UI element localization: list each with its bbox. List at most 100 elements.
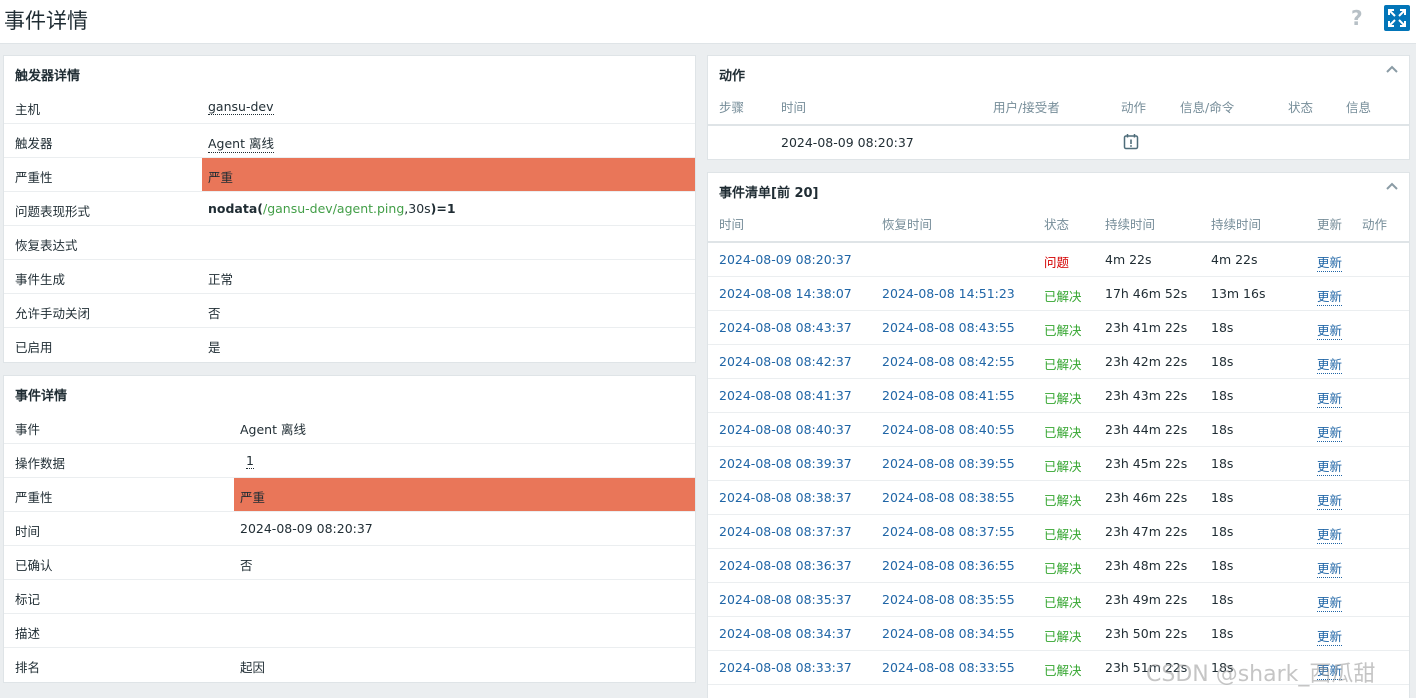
update-link[interactable]: 更新 <box>1317 558 1343 578</box>
recovery-time-link[interactable]: 2024-08-08 08:43:55 <box>882 320 1015 335</box>
event-time-link[interactable]: 2024-08-08 08:38:37 <box>719 490 852 505</box>
help-icon[interactable]: ? <box>1351 6 1363 30</box>
event-time-link[interactable]: 2024-08-08 08:40:37 <box>719 422 852 437</box>
fullscreen-button[interactable] <box>1384 5 1410 31</box>
recovery-time-link[interactable]: 2024-08-08 14:51:23 <box>882 286 1015 301</box>
duration-text: 18s <box>1211 524 1234 539</box>
event-row-opdata: 操作数据 1 <box>4 444 695 478</box>
trigger-details-title: 触发器详情 <box>15 69 81 84</box>
trigger-link[interactable]: Agent 离线 <box>208 133 274 153</box>
recovery-time-link[interactable]: 2024-08-08 08:39:55 <box>882 456 1015 471</box>
event-time-link[interactable]: 2024-08-08 08:43:37 <box>719 320 852 335</box>
duration-text: 23h 48m 22s <box>1105 558 1188 573</box>
recovery-time-link[interactable]: 2024-08-08 08:37:55 <box>882 524 1015 539</box>
recovery-time-link[interactable]: 2024-08-08 08:41:55 <box>882 388 1015 403</box>
host-link[interactable]: gansu-dev <box>208 99 274 115</box>
event-row-rank: 排名 起因 <box>15 660 266 675</box>
duration-text: 23h 49m 22s <box>1105 592 1188 607</box>
duration-text: 18s <box>1211 422 1234 437</box>
duration-text: 23h 44m 22s <box>1105 422 1188 437</box>
event-time-link[interactable]: 2024-08-08 08:36:37 <box>719 558 852 573</box>
status-text: 已解决 <box>1044 391 1082 406</box>
table-row: 2024-08-08 08:42:37 2024-08-08 08:42:55 已解… <box>708 345 1409 379</box>
trigger-row-event-gen: 事件生成 正常 <box>4 260 695 294</box>
duration-text: 23h 41m 22s <box>1105 320 1188 335</box>
event-row-acknowledged: 已确认 否 <box>4 546 695 580</box>
duration-text: 18s <box>1211 592 1234 607</box>
duration-text: 18s <box>1211 388 1234 403</box>
recovery-time-link[interactable]: 2024-08-08 08:38:55 <box>882 490 1015 505</box>
recovery-time-link[interactable]: 2024-08-08 08:34:55 <box>882 626 1015 641</box>
trigger-row-recovery: 恢复表达式 <box>4 226 695 260</box>
trigger-row-severity: 严重性 严重 <box>4 158 695 192</box>
event-time-link[interactable]: 2024-08-08 08:42:37 <box>719 354 852 369</box>
recovery-time-link[interactable]: 2024-08-08 08:35:55 <box>882 592 1015 607</box>
table-row: 2024-08-08 08:43:37 2024-08-08 08:43:55 已解… <box>708 311 1409 345</box>
event-time-link[interactable]: 2024-08-09 08:20:37 <box>719 252 852 267</box>
duration-text: 23h 45m 22s <box>1105 456 1188 471</box>
table-row: 2024-08-08 08:38:37 2024-08-08 08:38:55 已解… <box>708 481 1409 515</box>
duration-text: 18s <box>1211 354 1234 369</box>
table-row: 2024-08-08 08:34:37 2024-08-08 08:34:55 已解… <box>708 617 1409 651</box>
update-link[interactable]: 更新 <box>1317 490 1343 510</box>
problem-expression: nodata(/gansu-dev/agent.ping,30s)=1 <box>208 201 456 216</box>
item-key-link[interactable]: /gansu-dev/agent.ping <box>263 201 404 216</box>
status-text: 已解决 <box>1044 663 1082 678</box>
update-link[interactable]: 更新 <box>1317 626 1343 646</box>
update-link[interactable]: 更新 <box>1317 354 1343 374</box>
event-time-link[interactable]: 2024-08-08 08:34:37 <box>719 626 852 641</box>
event-list-title: 事件清单[前 20] <box>719 186 819 201</box>
duration-text: 4m 22s <box>1105 252 1152 267</box>
chevron-up-icon[interactable] <box>1385 62 1399 76</box>
recovery-time-link[interactable]: 2024-08-08 08:33:55 <box>882 660 1015 675</box>
actions-panel: 动作 步骤 时间 用户/接受者 动作 信息/命令 状态 信息 2024-08-0… <box>707 55 1410 160</box>
duration-text: 18s <box>1211 320 1234 335</box>
event-details-title: 事件详情 <box>15 389 68 404</box>
event-time-link[interactable]: 2024-08-08 14:38:07 <box>719 286 852 301</box>
event-row-description: 描述 <box>4 614 695 648</box>
update-link[interactable]: 更新 <box>1317 422 1343 442</box>
duration-text: 18s <box>1211 626 1234 641</box>
update-link[interactable]: 更新 <box>1317 252 1343 272</box>
status-text: 已解决 <box>1044 595 1082 610</box>
table-row: 2024-08-08 08:35:37 2024-08-08 08:35:55 已解… <box>708 583 1409 617</box>
update-link[interactable]: 更新 <box>1317 456 1343 476</box>
duration-text: 4m 22s <box>1211 252 1258 267</box>
duration-text: 18s <box>1211 558 1234 573</box>
status-text: 已解决 <box>1044 357 1082 372</box>
chevron-up-icon[interactable] <box>1385 179 1399 193</box>
status-text: 问题 <box>1044 255 1070 270</box>
status-text: 已解决 <box>1044 561 1082 576</box>
actions-title: 动作 <box>719 69 746 84</box>
recovery-time-link[interactable]: 2024-08-08 08:40:55 <box>882 422 1015 437</box>
update-link[interactable]: 更新 <box>1317 286 1343 306</box>
duration-text: 18s <box>1211 490 1234 505</box>
duration-text: 17h 46m 52s <box>1105 286 1188 301</box>
page-header: 事件详情 ? <box>0 0 1416 44</box>
trigger-row-expression: 问题表现形式 nodata(/gansu-dev/agent.ping,30s)… <box>4 192 695 226</box>
event-time-link[interactable]: 2024-08-08 08:33:37 <box>719 660 852 675</box>
watermark: CSDN @shark_西瓜甜 <box>1146 662 1376 687</box>
page-title: 事件详情 <box>4 9 88 33</box>
table-row: 2024-08-08 08:37:37 2024-08-08 08:37:55 已解… <box>708 515 1409 549</box>
event-time-link[interactable]: 2024-08-08 08:39:37 <box>719 456 852 471</box>
event-time-link[interactable]: 2024-08-08 08:41:37 <box>719 388 852 403</box>
duration-text: 23h 46m 22s <box>1105 490 1188 505</box>
recovery-time-link[interactable]: 2024-08-08 08:36:55 <box>882 558 1015 573</box>
event-time-link[interactable]: 2024-08-08 08:37:37 <box>719 524 852 539</box>
recovery-time-link[interactable]: 2024-08-08 08:42:55 <box>882 354 1015 369</box>
update-link[interactable]: 更新 <box>1317 388 1343 408</box>
update-link[interactable]: 更新 <box>1317 524 1343 544</box>
duration-text: 18s <box>1211 456 1234 471</box>
update-link[interactable]: 更新 <box>1317 320 1343 340</box>
status-text: 已解决 <box>1044 323 1082 338</box>
status-text: 已解决 <box>1044 459 1082 474</box>
opdata-link[interactable]: 1 <box>246 453 254 469</box>
event-time-link[interactable]: 2024-08-08 08:35:37 <box>719 592 852 607</box>
event-row-tags: 标记 <box>4 580 695 614</box>
calendar-alert-icon[interactable] <box>1123 133 1139 150</box>
duration-text: 23h 50m 22s <box>1105 626 1188 641</box>
table-row: 2024-08-08 14:38:07 2024-08-08 14:51:23 已解… <box>708 277 1409 311</box>
update-link[interactable]: 更新 <box>1317 592 1343 612</box>
status-text: 已解决 <box>1044 289 1082 304</box>
